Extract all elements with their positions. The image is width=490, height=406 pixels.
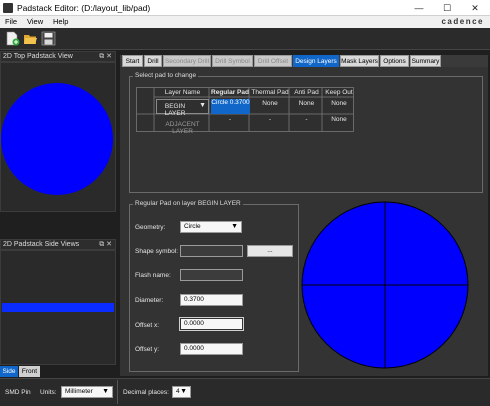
cell-regular-adjacent[interactable]: - — [210, 116, 250, 123]
top-view-panel-header: 2D Top Padstack View ⧉ ✕ — [0, 51, 116, 62]
tab-mask-layers[interactable]: Mask Layers — [340, 55, 379, 67]
diameter-input[interactable]: 0.3700 — [180, 294, 243, 306]
cell-keepout-begin[interactable]: None — [323, 100, 355, 107]
tab-drill-offset[interactable]: Drill Offset — [254, 55, 292, 67]
flash-name-label: Flash name: — [135, 272, 171, 279]
header-thermal-pad: Thermal Pad — [251, 89, 289, 96]
row-adjacent-layer[interactable]: ADJACENT LAYER — [155, 121, 210, 135]
cell-regular-begin-text: Circle 0.3700 — [211, 99, 250, 106]
chevron-down-icon: ▼ — [180, 388, 187, 395]
offset-y-input[interactable]: 0.0000 — [180, 343, 243, 355]
select-pad-group-title: Select pad to change — [133, 72, 199, 79]
cell-anti-begin[interactable]: None — [290, 100, 323, 107]
chevron-down-icon: ▼ — [102, 388, 109, 395]
flash-name-input[interactable] — [180, 269, 243, 281]
side-view-panel-header: 2D Padstack Side Views ⧉ ✕ — [0, 239, 116, 250]
cadence-logo: cadence — [441, 17, 484, 26]
top-view-canvas — [0, 62, 116, 212]
menu-view[interactable]: View — [27, 17, 43, 26]
units-label: Units: — [40, 389, 57, 396]
side-view-canvas — [0, 250, 116, 365]
side-tab[interactable]: Side — [0, 366, 18, 377]
front-tab[interactable]: Front — [19, 366, 40, 377]
offset-x-input[interactable]: 0.0000 — [180, 318, 243, 330]
geometry-select[interactable]: Circle ▼ — [180, 221, 242, 233]
cell-regular-begin[interactable]: Circle 0.3700 — [211, 99, 250, 114]
top-view-pad-circle — [1, 83, 113, 195]
side-view-panel-buttons[interactable]: ⧉ ✕ — [99, 240, 112, 250]
decimal-places-label: Decimal places: — [123, 389, 169, 396]
close-button[interactable]: ✕ — [462, 1, 488, 15]
top-view-svg — [1, 83, 113, 195]
offset-x-label: Offset x: — [135, 322, 160, 329]
save-icon[interactable] — [41, 31, 56, 46]
top-view-panel-buttons[interactable]: ⧉ ✕ — [99, 52, 112, 62]
top-view-title: 2D Top Padstack View — [3, 53, 73, 60]
toolbar — [0, 28, 490, 50]
units-value: Millimeter — [65, 388, 93, 395]
diameter-label: Diameter: — [135, 297, 164, 304]
status-divider — [117, 380, 118, 404]
decimal-places-select[interactable]: 4 ▼ — [172, 386, 191, 398]
header-layer-name: Layer Name — [164, 89, 201, 96]
side-view-pad-bar — [2, 303, 114, 312]
units-select[interactable]: Millimeter ▼ — [61, 386, 113, 398]
menu-file[interactable]: File — [5, 17, 17, 26]
maximize-button[interactable]: ☐ — [434, 1, 460, 15]
tab-drill[interactable]: Drill — [144, 55, 162, 67]
offset-y-label: Offset y: — [135, 346, 160, 353]
menu-bar: File View Help cadence — [0, 16, 490, 28]
cell-thermal-adjacent[interactable]: - — [250, 116, 290, 123]
side-view-title: 2D Padstack Side Views — [3, 241, 80, 248]
shape-symbol-input[interactable] — [180, 245, 243, 257]
chevron-down-icon: ▼ — [231, 223, 238, 230]
cell-anti-adjacent[interactable]: - — [290, 116, 323, 123]
header-anti-pad: Anti Pad — [294, 89, 319, 96]
cell-thermal-begin[interactable]: None — [250, 100, 290, 107]
geometry-label: Geometry: — [135, 224, 166, 231]
minimize-button[interactable]: — — [406, 1, 432, 15]
tab-secondary-drill[interactable]: Secondary Drill — [163, 55, 211, 67]
geometry-value: Circle — [184, 223, 201, 230]
shape-symbol-label: Shape symbol: — [135, 248, 178, 255]
app-icon — [3, 3, 13, 13]
open-folder-icon[interactable] — [23, 31, 38, 46]
header-regular-pad: Regular Pad — [211, 89, 249, 96]
tab-design-layers[interactable]: Design Layers — [293, 55, 339, 67]
layer-select-begin[interactable]: BEGIN LAYER ▼ — [156, 99, 209, 117]
pad-preview — [301, 201, 469, 369]
tab-summary[interactable]: Summary — [410, 55, 441, 67]
smd-pin-label: SMD Pin — [5, 389, 31, 396]
header-keep-out: Keep Out — [325, 89, 353, 96]
tab-start[interactable]: Start — [122, 55, 143, 67]
menu-help[interactable]: Help — [53, 17, 68, 26]
row-begin-layer: BEGIN LAYER — [164, 103, 186, 117]
new-icon[interactable] — [5, 31, 20, 46]
tab-options[interactable]: Options — [380, 55, 409, 67]
regular-pad-group-title: Regular Pad on layer BEGIN LAYER — [133, 200, 243, 207]
pad-table: Layer Name Regular Pad Thermal Pad Anti … — [136, 87, 355, 135]
chevron-down-icon: ▼ — [199, 102, 206, 109]
window-title: Padstack Editor: (D:/layout_lib/pad) — [17, 3, 151, 13]
cell-keepout-adjacent[interactable]: None — [323, 116, 355, 123]
tab-drill-symbol[interactable]: Drill Symbol — [212, 55, 253, 67]
shape-symbol-browse-button[interactable]: ... — [247, 245, 293, 257]
title-bar: Padstack Editor: (D:/layout_lib/pad) — ☐… — [0, 0, 490, 16]
